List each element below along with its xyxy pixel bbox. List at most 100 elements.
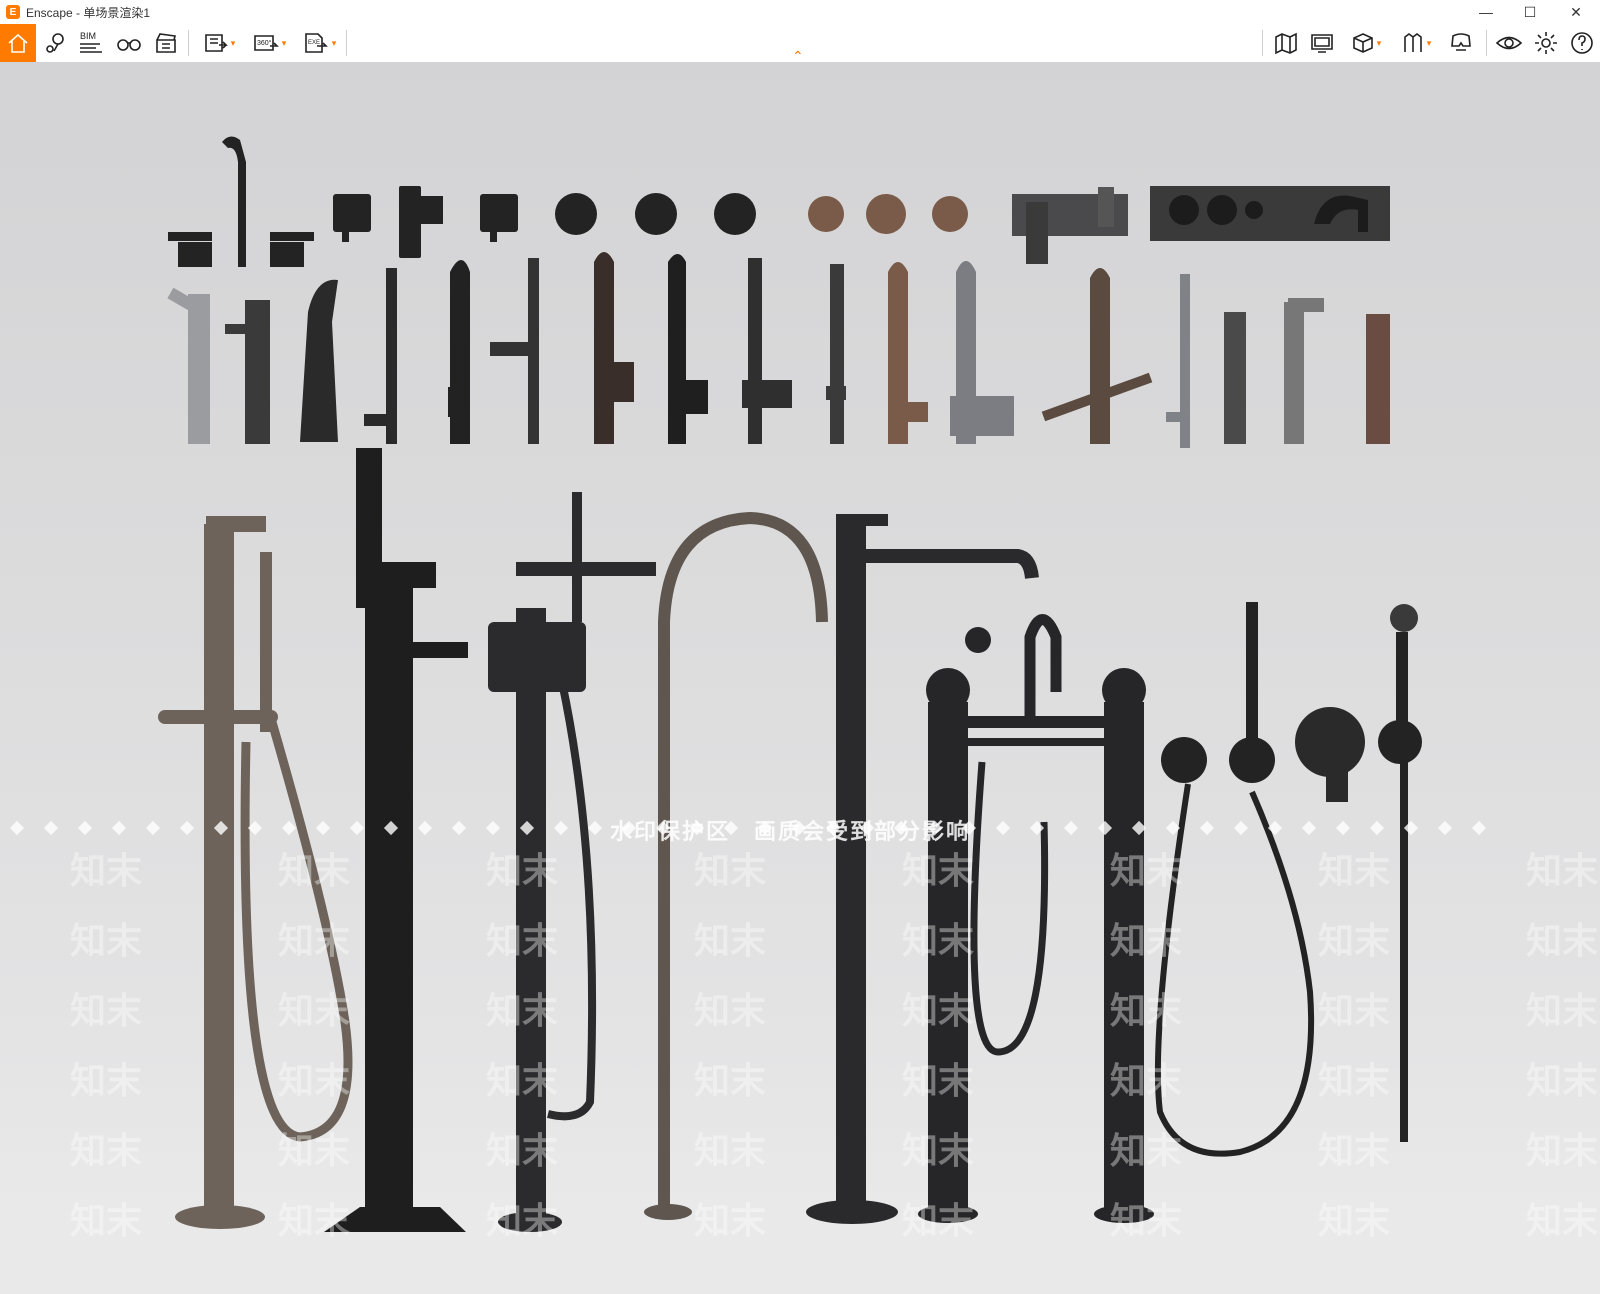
- watermark-mark: 知末: [1110, 1060, 1183, 1101]
- watermark-mark: 知末: [1110, 1130, 1183, 1171]
- watermark-mark: 知末: [486, 1060, 559, 1101]
- cube-icon: [1352, 33, 1373, 53]
- clapperboard-icon: [156, 33, 176, 53]
- screenshot-icon: [204, 34, 228, 52]
- watermark-mark: 知末: [1318, 1200, 1391, 1241]
- toolbar-separator: [346, 30, 347, 56]
- gear-icon: [1535, 32, 1557, 54]
- minimize-button[interactable]: —: [1466, 0, 1506, 24]
- watermark-mark: 知末: [70, 990, 143, 1031]
- watermark-mark: 知末: [278, 1130, 351, 1171]
- watermark-mark: 知末: [486, 920, 559, 961]
- watermark-mark: 知末: [902, 1130, 975, 1171]
- watermark-mark: 知末: [1110, 990, 1183, 1031]
- home-button[interactable]: [0, 24, 36, 62]
- bim-button[interactable]: BIM: [76, 24, 106, 62]
- watermark-mark: 知末: [694, 920, 767, 961]
- watermark-mark: 知末: [1318, 920, 1391, 961]
- export-label: EXE: [308, 40, 320, 46]
- measure-button[interactable]: ▾: [1394, 24, 1438, 62]
- watermark-mark: 知末: [1110, 1200, 1183, 1241]
- wall-fixtures-row: [168, 136, 756, 267]
- panorama-button[interactable]: 360° ▾: [246, 24, 292, 62]
- toolbar-separator: [188, 30, 189, 56]
- binoculars-icon: [117, 39, 141, 51]
- vr-headset-button[interactable]: [1444, 24, 1478, 62]
- export-exe-icon: EXE: [304, 33, 328, 53]
- map-icon: [1275, 32, 1297, 55]
- watermark-mark: 知末: [486, 1200, 559, 1241]
- maximize-button[interactable]: ☐: [1510, 0, 1550, 24]
- watermark-mark: 知末: [486, 1130, 559, 1171]
- enscape-logo-icon: E: [6, 5, 20, 19]
- watermark-mark: 知末: [1318, 850, 1391, 891]
- wall-mounted-mixers: [1012, 186, 1390, 264]
- export-button[interactable]: EXE ▾: [296, 24, 342, 62]
- watermark-mark: 知末: [694, 990, 767, 1031]
- watermark-mark: 知末: [902, 850, 975, 891]
- asset-library-button[interactable]: ▾: [1344, 24, 1388, 62]
- eye-icon: [1495, 36, 1523, 50]
- video-editor-button[interactable]: [150, 24, 182, 62]
- settings-button[interactable]: [1530, 24, 1562, 62]
- help-button[interactable]: [1566, 24, 1598, 62]
- bim-label: BIM: [80, 31, 96, 41]
- chevron-down-icon: ▾: [1426, 37, 1432, 48]
- chevron-down-icon: ▾: [331, 37, 337, 48]
- render-viewport[interactable]: 水印保护区 画质会受到部分影响 知末 知末 知末 知末 知末 知末 知末 知末 知末 知末 知末 知末…: [0, 62, 1600, 1294]
- watermark-mark: 知末: [1110, 850, 1183, 891]
- watermark-mark: 知末: [1318, 990, 1391, 1031]
- watermark-mark: 知末: [70, 850, 143, 891]
- watermark-mark: 知末: [70, 1200, 143, 1241]
- home-icon: [8, 33, 28, 53]
- binoculars-button[interactable]: [112, 24, 146, 62]
- visual-settings-button[interactable]: [1492, 24, 1526, 62]
- watermark-mark: 知末: [902, 920, 975, 961]
- toolbar-separator: [1486, 30, 1487, 56]
- ruler-icon: [1403, 33, 1422, 52]
- watermark-mark: 知末: [1526, 990, 1599, 1031]
- watermark-mark: 知末: [1526, 1130, 1599, 1171]
- help-icon: [1571, 32, 1593, 54]
- watermark-mark: 知末: [70, 1060, 143, 1101]
- screenshot-button[interactable]: ▾: [196, 24, 242, 62]
- title-bar: E Enscape - 单场景渲染1 — ☐ ✕: [0, 0, 1600, 24]
- document-name: 单场景渲染1: [83, 5, 151, 20]
- watermark-mark: 知末: [486, 850, 559, 891]
- watermark-mark: 知末: [70, 920, 143, 961]
- chevron-down-icon: ▾: [230, 37, 236, 48]
- watermark-mark: 知末: [278, 1060, 351, 1101]
- watermark-mark: 知末: [278, 1200, 351, 1241]
- watermark-mark: 知末: [1318, 1130, 1391, 1171]
- chevron-down-icon: ▾: [1376, 37, 1382, 48]
- watermark-mark: 知末: [278, 990, 351, 1031]
- monitor-icon: [1311, 34, 1333, 53]
- toolbar-separator: [1262, 30, 1263, 56]
- watermark-mark: 知末: [694, 1200, 767, 1241]
- vr-headset-icon: [1451, 33, 1471, 51]
- watermark-mark: 知末: [486, 990, 559, 1031]
- watermark-mark: 知末: [278, 850, 351, 891]
- panorama-icon: 360°: [253, 35, 279, 51]
- watermark-mark: 知末: [1318, 1060, 1391, 1101]
- watermark-mark: 知末: [1526, 850, 1599, 891]
- watermark-mark: 知末: [902, 1060, 975, 1101]
- basin-mixers-row: [167, 252, 1390, 448]
- watermark-mark: 知末: [1526, 1060, 1599, 1101]
- app-name: Enscape: [26, 5, 73, 20]
- panorama-label: 360°: [257, 39, 272, 47]
- location-button[interactable]: [40, 24, 72, 62]
- watermark-mark: 知末: [70, 1130, 143, 1171]
- location-pin-icon: [46, 33, 64, 53]
- watermark-mark: 知末: [278, 920, 351, 961]
- watermark-mark: 知末: [902, 1200, 975, 1241]
- monitor-button[interactable]: [1306, 24, 1338, 62]
- watermark-mark: 知末: [902, 990, 975, 1031]
- watermark-mark: 知末: [694, 1130, 767, 1171]
- window-title: Enscape - 单场景渲染1: [26, 4, 150, 21]
- watermark-mark: 知末: [694, 1060, 767, 1101]
- close-button[interactable]: ✕: [1556, 0, 1596, 24]
- bronze-cross-handles: [808, 194, 968, 234]
- faucet-collection-render: [158, 136, 1422, 1232]
- map-button[interactable]: [1270, 24, 1302, 62]
